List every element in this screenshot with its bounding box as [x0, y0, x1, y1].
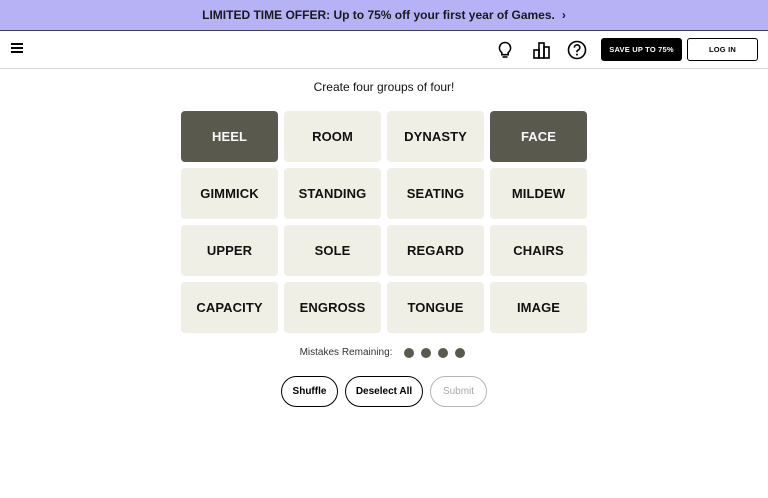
mistake-dot: [454, 347, 465, 358]
log-in-button[interactable]: LOG IN: [687, 38, 758, 61]
word-grid: HEEL ROOM DYNASTY FACE GIMMICK STANDING SEATIN…: [181, 111, 587, 334]
word-tile[interactable]: FACE: [490, 111, 587, 162]
word-tile[interactable]: GIMMICK: [181, 168, 278, 219]
word-tile[interactable]: REGARD: [387, 225, 484, 276]
word-tile[interactable]: ROOM: [284, 111, 381, 162]
save-up-to-75-button[interactable]: SAVE UP TO 75%: [601, 38, 682, 61]
word-tile[interactable]: UPPER: [181, 225, 278, 276]
word-tile[interactable]: CAPACITY: [181, 282, 278, 333]
shuffle-button[interactable]: Shuffle: [281, 376, 338, 407]
question-circle-icon[interactable]: [566, 39, 588, 61]
word-tile[interactable]: STANDING: [284, 168, 381, 219]
word-tile[interactable]: DYNASTY: [387, 111, 484, 162]
mistakes-label: Mistakes Remaining:: [299, 347, 393, 358]
mistake-dot: [437, 347, 448, 358]
hamburger-icon[interactable]: [11, 43, 23, 54]
game-instructions: Create four groups of four!: [313, 80, 455, 94]
mistake-dots: [400, 347, 468, 358]
word-tile[interactable]: HEEL: [181, 111, 278, 162]
word-tile[interactable]: SOLE: [284, 225, 381, 276]
word-tile[interactable]: MILDEW: [490, 168, 587, 219]
submit-button[interactable]: Submit: [430, 376, 487, 407]
mistake-dot: [420, 347, 431, 358]
word-tile[interactable]: IMAGE: [490, 282, 587, 333]
mistake-dot: [403, 347, 414, 358]
word-tile[interactable]: TONGUE: [387, 282, 484, 333]
bar-chart-icon[interactable]: [531, 39, 553, 61]
game-controls: Shuffle Deselect All Submit: [0, 376, 768, 407]
lightbulb-icon[interactable]: [494, 39, 516, 61]
promo-text: LIMITED TIME OFFER: Up to 75% off your f…: [202, 8, 555, 22]
chevron-right-icon: ›: [561, 8, 566, 22]
top-navigation: SAVE UP TO 75% LOG IN: [0, 31, 768, 69]
word-tile[interactable]: SEATING: [387, 168, 484, 219]
promo-banner[interactable]: LIMITED TIME OFFER: Up to 75% off your f…: [0, 0, 768, 31]
deselect-all-button[interactable]: Deselect All: [345, 376, 423, 407]
mistakes-remaining: Mistakes Remaining:: [0, 347, 768, 358]
word-tile[interactable]: CHAIRS: [490, 225, 587, 276]
word-tile[interactable]: ENGROSS: [284, 282, 381, 333]
